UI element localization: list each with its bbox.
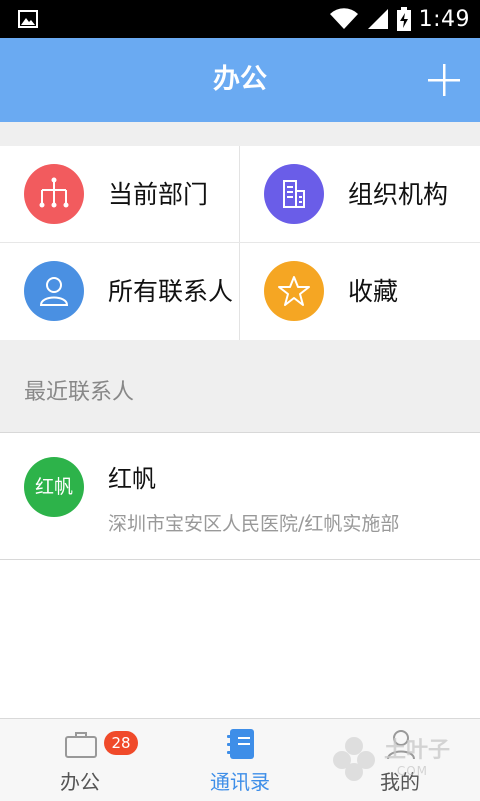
favorites-item[interactable]: 收藏 [240, 243, 480, 340]
page-title: 办公 [213, 64, 267, 95]
briefcase-icon [65, 732, 97, 758]
spacer [0, 122, 480, 146]
address-book-icon [227, 729, 254, 759]
grid-divider-horizontal [0, 242, 480, 243]
favorites-label: 收藏 [348, 277, 399, 306]
current-department-item[interactable]: 当前部门 [0, 146, 240, 243]
all-contacts-label: 所有联系人 [108, 277, 234, 306]
notification-badge: 28 [104, 731, 138, 755]
clock: 1:49 [418, 6, 470, 32]
all-contacts-item[interactable]: 所有联系人 [0, 243, 240, 340]
watermark-text: 土叶子 [384, 738, 451, 763]
quick-access-grid: 当前部门 组织机构 所有联系人 收藏 [0, 146, 480, 340]
status-bar: 1:49 [0, 0, 480, 38]
contact-organization: 深圳市宝安区人民医院/红帆实施部 [108, 513, 400, 535]
image-notification-icon [18, 10, 38, 28]
section-title: 最近联系人 [24, 380, 135, 405]
watermark-subtext: .COM [392, 764, 428, 778]
wifi-icon [329, 8, 358, 29]
recent-contacts-header: 最近联系人 [0, 340, 480, 432]
tab-contacts[interactable]: 通讯录 [160, 719, 320, 801]
building-icon [264, 164, 324, 224]
signal-icon [367, 9, 388, 29]
person-icon [24, 261, 84, 321]
organization-item[interactable]: 组织机构 [240, 146, 480, 243]
app-header: 办公 [0, 38, 480, 122]
divider [0, 559, 480, 560]
tab-office[interactable]: 28 办公 [0, 719, 160, 801]
watermark: 土叶子 .COM [328, 726, 468, 792]
grid-divider-vertical [239, 146, 240, 340]
watermark-logo-icon [333, 737, 375, 781]
contact-list-item[interactable]: 红帆 红帆 深圳市宝安区人民医院/红帆实施部 [0, 433, 480, 559]
add-icon[interactable] [428, 64, 460, 96]
org-tree-icon [24, 164, 84, 224]
contact-name: 红帆 [108, 465, 156, 493]
current-department-label: 当前部门 [108, 180, 209, 209]
contact-avatar: 红帆 [24, 457, 84, 517]
organization-label: 组织机构 [348, 180, 449, 209]
tab-office-label: 办公 [60, 770, 100, 794]
battery-charging-icon [396, 7, 411, 31]
tab-contacts-label: 通讯录 [210, 770, 270, 794]
star-icon [264, 261, 324, 321]
